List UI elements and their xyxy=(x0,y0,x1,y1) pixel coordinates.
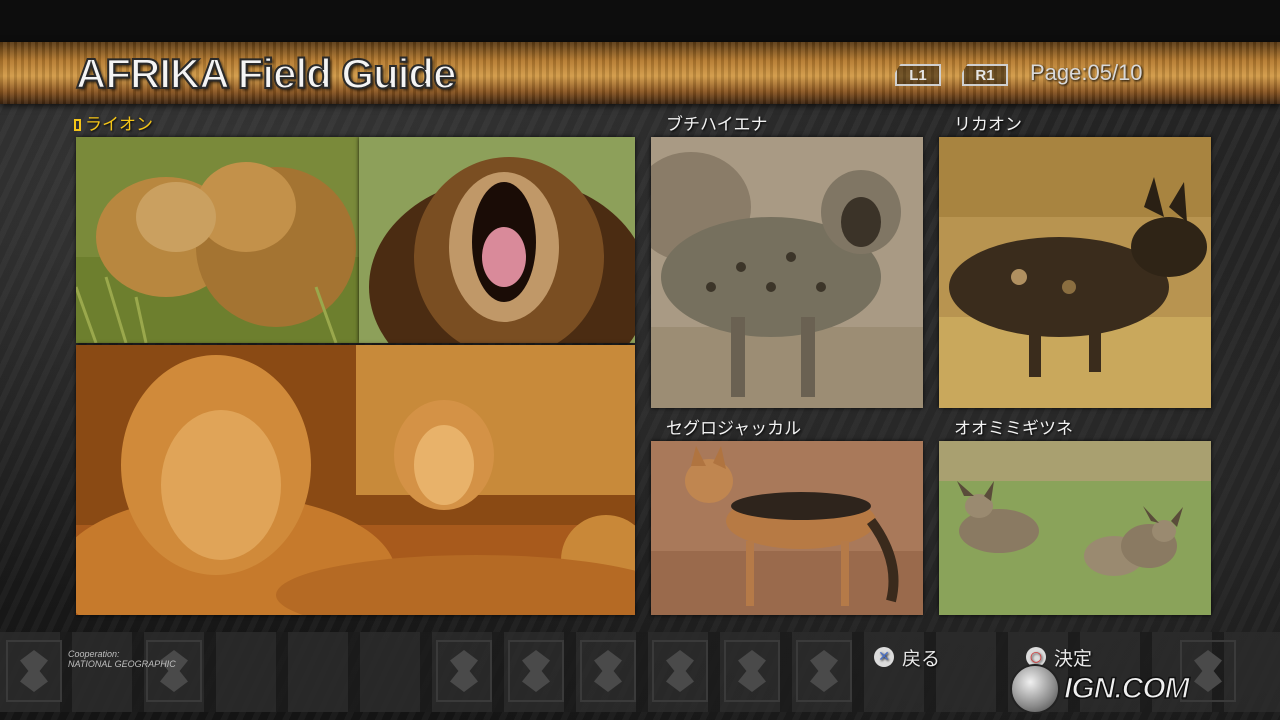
entry-label-text: ライオン xyxy=(85,115,153,135)
selection-cursor-icon xyxy=(74,119,81,131)
credit-line-1: Cooperation: xyxy=(68,649,120,659)
tribal-pattern-tile xyxy=(508,640,564,702)
bat-eared-fox-photo[interactable] xyxy=(939,441,1211,615)
lion-roaring-photo[interactable] xyxy=(359,137,635,343)
watermark-text: IGN.COM xyxy=(1063,671,1190,706)
african-wild-dog-photo[interactable] xyxy=(939,137,1211,408)
cooperation-credit: Cooperation: NATIONAL GEOGRAPHIC xyxy=(68,649,176,669)
entry-label-african-wild-dog[interactable]: リカオン xyxy=(954,110,1022,135)
spotted-hyena-photo[interactable] xyxy=(651,137,923,408)
back-label: 戻る xyxy=(902,647,941,670)
page-title: AFRIKA Field Guide xyxy=(75,49,457,98)
top-strip xyxy=(0,0,1280,42)
ign-watermark: IGN.COM xyxy=(1010,664,1270,714)
credit-line-2: NATIONAL GEOGRAPHIC xyxy=(68,659,176,669)
tribal-pattern-tile xyxy=(796,640,852,702)
r1-next-page-button[interactable]: R1 xyxy=(962,64,1008,86)
entry-label-spotted-hyena[interactable]: ブチハイエナ xyxy=(666,110,768,135)
entry-label-lion[interactable]: ライオン xyxy=(74,110,153,135)
l1-prev-page-button[interactable]: L1 xyxy=(895,64,941,86)
tribal-pattern-tile xyxy=(652,640,708,702)
black-backed-jackal-photo[interactable] xyxy=(651,441,923,615)
ign-logo-icon xyxy=(1010,664,1060,714)
tribal-pattern-tile xyxy=(6,640,62,702)
lion-photo-pair[interactable] xyxy=(76,137,359,343)
cross-button-icon: ✕ xyxy=(874,647,894,667)
tribal-pattern-tile xyxy=(724,640,780,702)
tribal-pattern-tile xyxy=(436,640,492,702)
entry-label-black-backed-jackal[interactable]: セグロジャッカル xyxy=(666,414,801,439)
lioness-with-cubs-photo[interactable] xyxy=(76,345,635,615)
back-button-hint[interactable]: ✕ 戻る xyxy=(874,644,940,670)
page-indicator: Page:05/10 xyxy=(1030,60,1143,85)
entry-label-bat-eared-fox[interactable]: オオミミギツネ xyxy=(954,414,1073,439)
tribal-pattern-tile xyxy=(580,640,636,702)
